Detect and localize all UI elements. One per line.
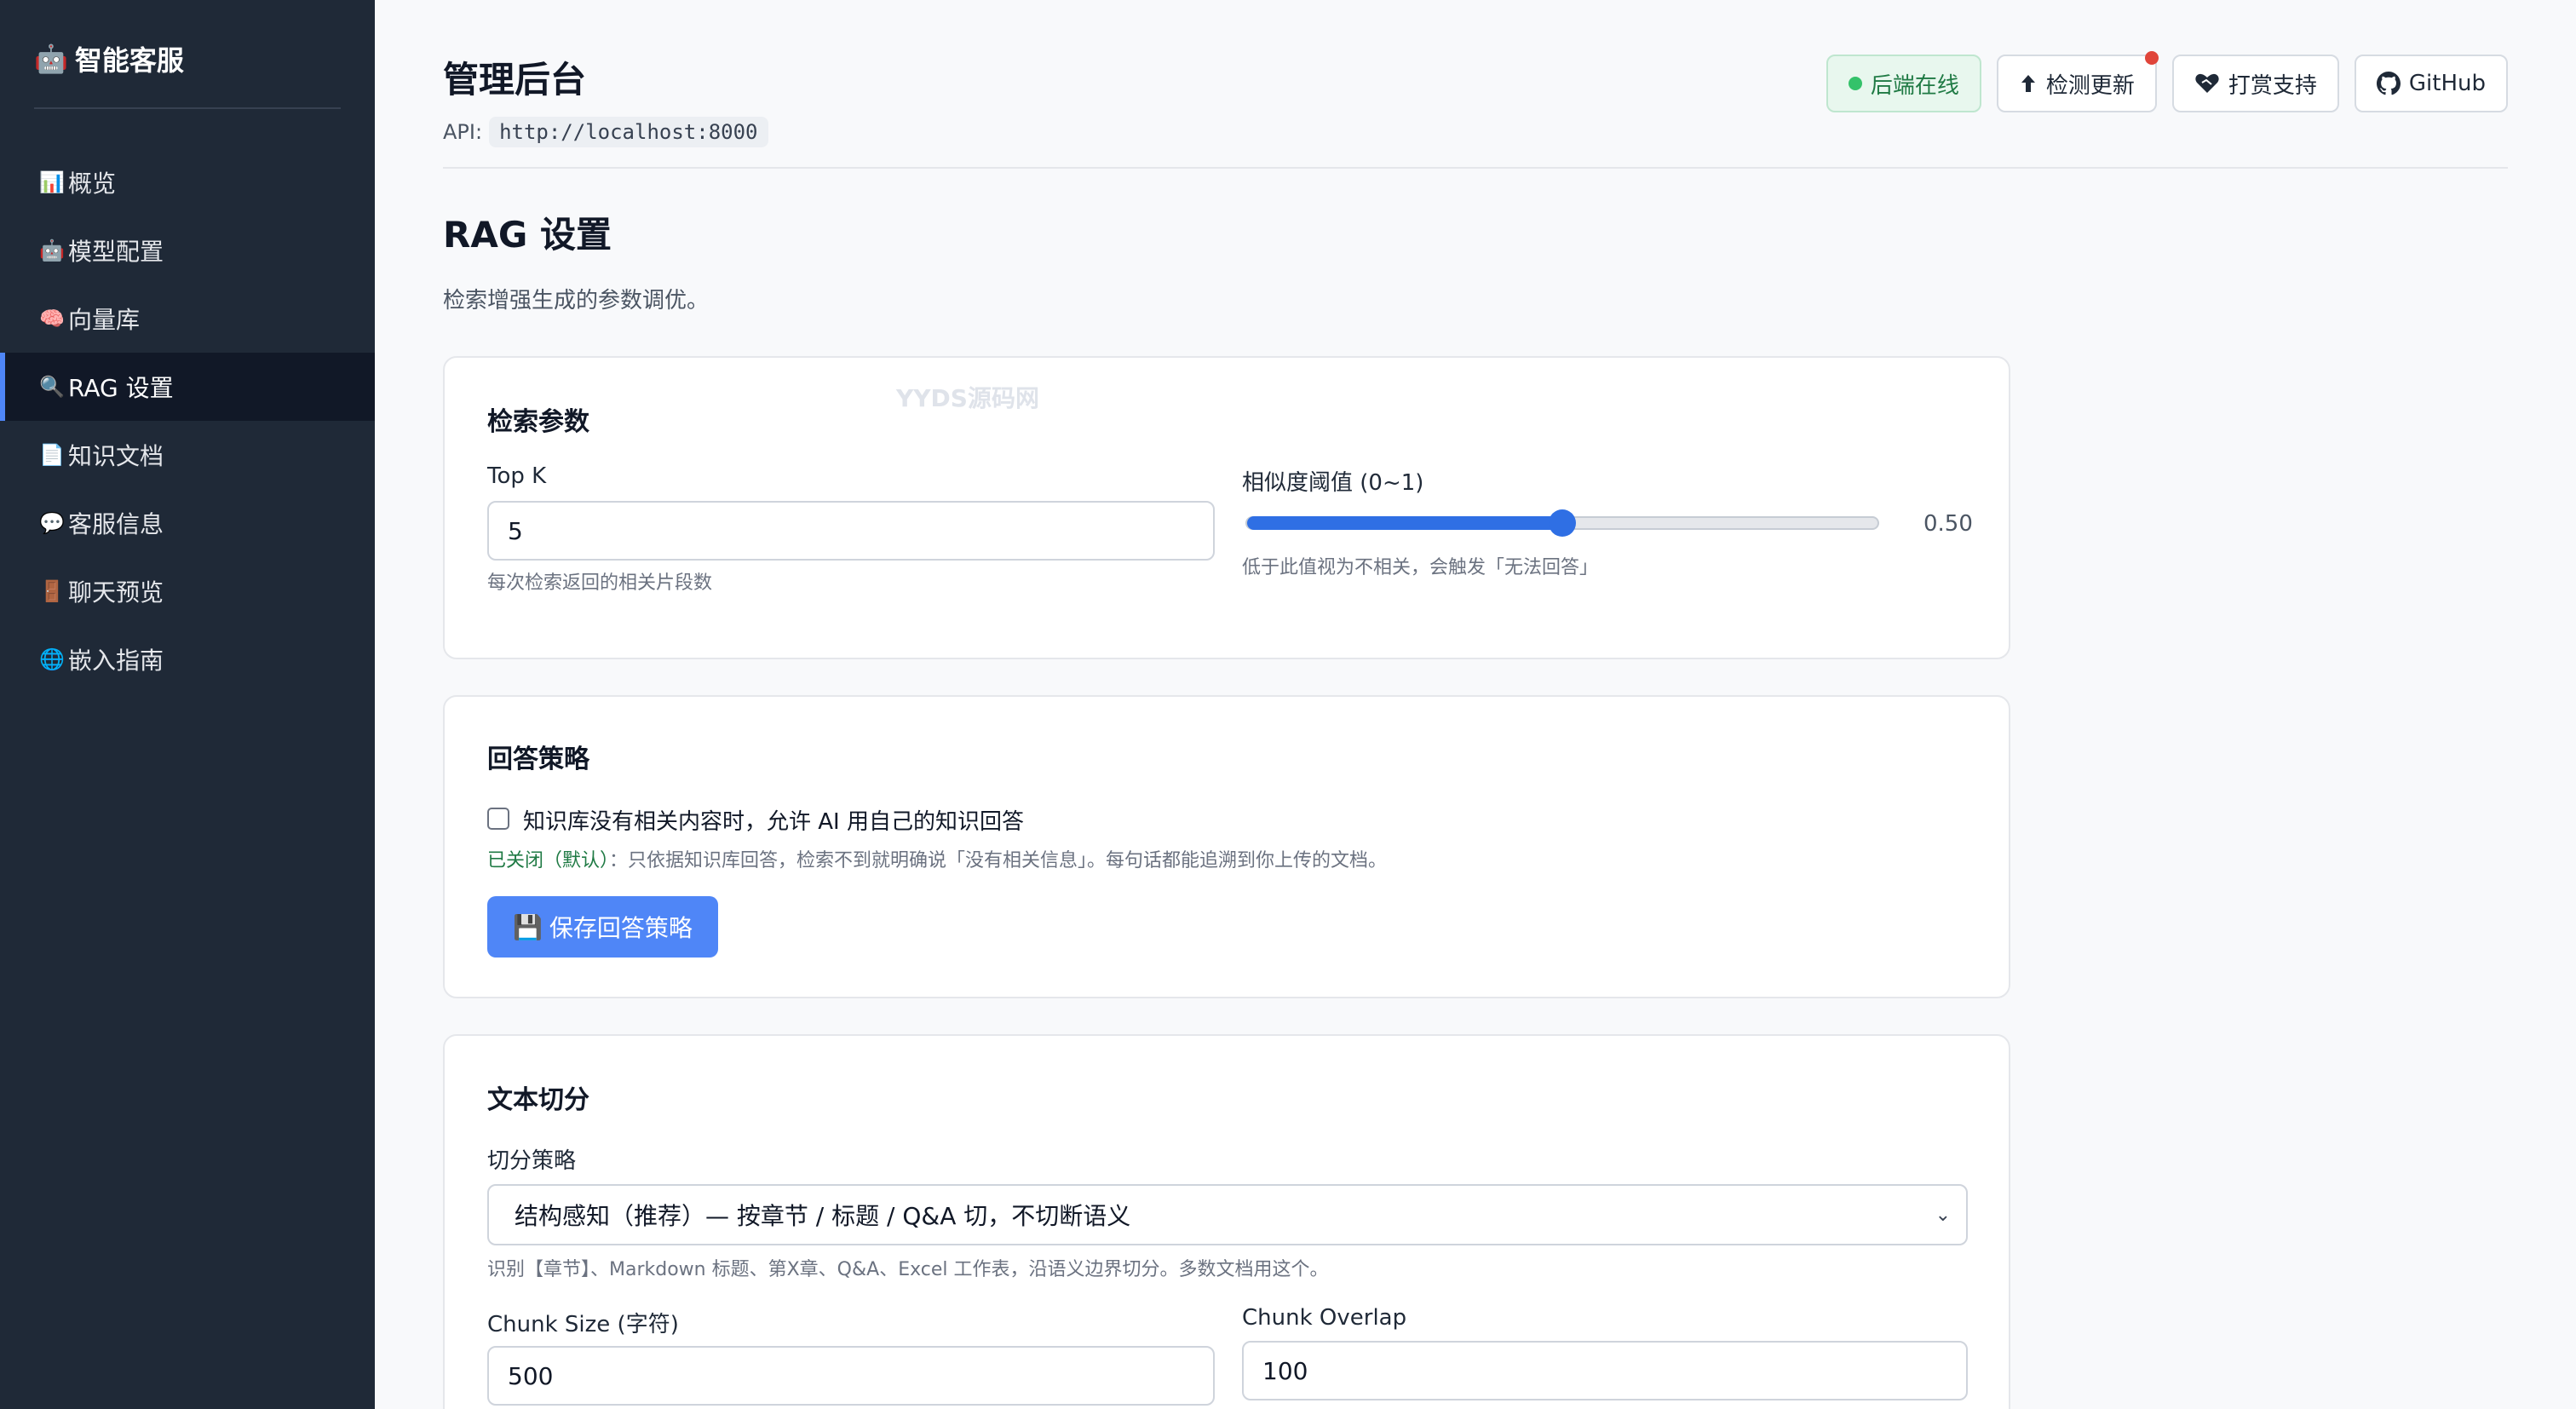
github-label: GitHub	[2408, 71, 2486, 96]
checkbox-label[interactable]: 知识库没有相关内容时，允许 AI 用自己的知识回答	[523, 804, 1024, 836]
strategy-hint: 识别【章节】、Markdown 标题、第X章、Q&A、Excel 工作表，沿语义…	[487, 1259, 1329, 1280]
brand-name: 智能客服	[74, 44, 184, 77]
sidebar-nav: 📊 概览 🤖 模型配置 🧠 向量库 🔍 RAG 设置 📄 知识文档 💬 客服信息…	[0, 148, 375, 693]
header-actions: 后端在线 检测更新 打赏支持 GitHub	[1826, 51, 2508, 112]
watermark: YYDS源码网	[896, 384, 1039, 412]
status-dot-icon	[1848, 77, 1862, 90]
threshold-label: 相似度阈值 (0~1)	[1242, 470, 1424, 496]
save-icon: 💾	[513, 912, 543, 941]
answer-status: 已关闭（默认）：只依据知识库回答，检索不到就明确说「没有相关信息」。每句话都能追…	[487, 845, 1387, 872]
check-update-button[interactable]: 检测更新	[1996, 51, 2159, 112]
status-prefix: 已关闭（默认）	[487, 850, 610, 871]
strategy-value: 结构感知（推荐）— 按章节 / 标题 / Q&A 切，不切断语义	[515, 1202, 1131, 1230]
api-line: API: http://localhost:8000	[443, 117, 2508, 147]
topk-label: Top K	[487, 463, 547, 489]
threshold-value: 0.50	[1923, 511, 1973, 537]
chunk-size-label: Chunk Size (字符)	[487, 1312, 679, 1337]
status-label: 后端在线	[1870, 72, 1959, 99]
api-url: http://localhost:8000	[489, 117, 768, 147]
brain-icon: 🧠	[39, 307, 65, 331]
save-answer-strategy-button[interactable]: 💾 保存回答策略	[487, 896, 718, 958]
sidebar-item-label: 模型配置	[68, 238, 164, 266]
brand: 🤖 智能客服	[34, 39, 184, 78]
text-chunking-card: 文本切分 切分策略 结构感知（推荐）— 按章节 / 标题 / Q&A 切，不切断…	[443, 1034, 2010, 1409]
github-button[interactable]: GitHub	[2354, 55, 2508, 112]
section-description: 检索增强生成的参数调优。	[443, 288, 710, 313]
donate-button[interactable]: 打赏支持	[2171, 55, 2339, 112]
check-update-label: 检测更新	[2045, 72, 2135, 99]
sidebar-item-label: 聊天预览	[68, 578, 164, 607]
card-title: 检索参数	[487, 407, 589, 437]
document-icon: 📄	[39, 443, 65, 467]
chart-icon: 📊	[39, 170, 65, 194]
slider-fill	[1247, 516, 1562, 530]
strategy-label: 切分策略	[487, 1148, 577, 1174]
topk-input[interactable]: 5	[487, 501, 1215, 561]
overlap-input[interactable]: 100	[1242, 1341, 1968, 1400]
divider	[34, 107, 341, 109]
threshold-slider[interactable]	[1245, 509, 1879, 537]
globe-icon: 🌐	[39, 647, 65, 671]
status-text: ：只依据知识库回答，检索不到就明确说「没有相关信息」。每句话都能追溯到你上传的文…	[609, 850, 1388, 871]
sidebar-item-service-info[interactable]: 💬 客服信息	[0, 489, 375, 557]
arrow-up-icon	[2021, 75, 2035, 92]
sidebar-item-label: 客服信息	[68, 510, 164, 538]
topk-hint: 每次检索返回的相关片段数	[487, 572, 713, 594]
save-label: 保存回答策略	[549, 914, 693, 942]
slider-thumb[interactable]	[1549, 509, 1576, 537]
sidebar-item-embed-guide[interactable]: 🌐 嵌入指南	[0, 625, 375, 693]
door-icon: 🚪	[39, 579, 65, 603]
sidebar-item-label: 知识文档	[68, 442, 164, 470]
api-label: API:	[443, 120, 483, 144]
retrieval-params-card: 检索参数 Top K 5 每次检索返回的相关片段数 相似度阈值 (0~1) 0.…	[443, 356, 2010, 659]
header: 管理后台 API: http://localhost:8000 后端在线 检测更…	[443, 51, 2508, 147]
card-title: 回答策略	[487, 745, 589, 774]
allow-ai-knowledge-checkbox[interactable]	[487, 808, 509, 830]
overlap-label: Chunk Overlap	[1242, 1305, 1407, 1331]
sidebar-item-chat-preview[interactable]: 🚪 聊天预览	[0, 557, 375, 625]
card-title: 文本切分	[487, 1085, 589, 1115]
sidebar-item-label: RAG 设置	[68, 374, 174, 402]
robot-icon: 🤖	[34, 43, 68, 75]
sidebar-item-label: 概览	[68, 170, 117, 198]
sidebar-item-rag-settings[interactable]: 🔍 RAG 设置	[0, 353, 375, 421]
robot-icon: 🤖	[39, 239, 65, 262]
sidebar-item-label: 向量库	[68, 306, 141, 334]
sidebar-item-vector-store[interactable]: 🧠 向量库	[0, 285, 375, 353]
sidebar-item-model-config[interactable]: 🤖 模型配置	[0, 216, 375, 285]
sidebar-item-overview[interactable]: 📊 概览	[0, 148, 375, 216]
backend-status-badge: 后端在线	[1826, 55, 1981, 112]
strategy-select[interactable]: 结构感知（推荐）— 按章节 / 标题 / Q&A 切，不切断语义 ⌄	[487, 1184, 1968, 1245]
sidebar-item-label: 嵌入指南	[68, 647, 164, 675]
heart-handshake-icon	[2195, 73, 2219, 93]
speech-bubble-icon: 💬	[39, 511, 65, 535]
threshold-hint: 低于此值视为不相关，会触发「无法回答」	[1242, 557, 1599, 578]
donate-label: 打赏支持	[2228, 72, 2317, 99]
sidebar: 🤖 智能客服 📊 概览 🤖 模型配置 🧠 向量库 🔍 RAG 设置 📄 知识文档…	[0, 0, 375, 1409]
section-title: RAG 设置	[443, 214, 612, 256]
sidebar-item-knowledge-docs[interactable]: 📄 知识文档	[0, 421, 375, 489]
chunk-size-input[interactable]: 500	[487, 1346, 1215, 1406]
divider	[443, 167, 2508, 169]
github-icon	[2376, 72, 2401, 95]
chevron-down-icon: ⌄	[1935, 1205, 1951, 1226]
notification-dot-icon	[2144, 51, 2159, 65]
magnifier-icon: 🔍	[39, 375, 65, 399]
answer-strategy-card: 回答策略 知识库没有相关内容时，允许 AI 用自己的知识回答 已关闭（默认）：只…	[443, 695, 2010, 998]
